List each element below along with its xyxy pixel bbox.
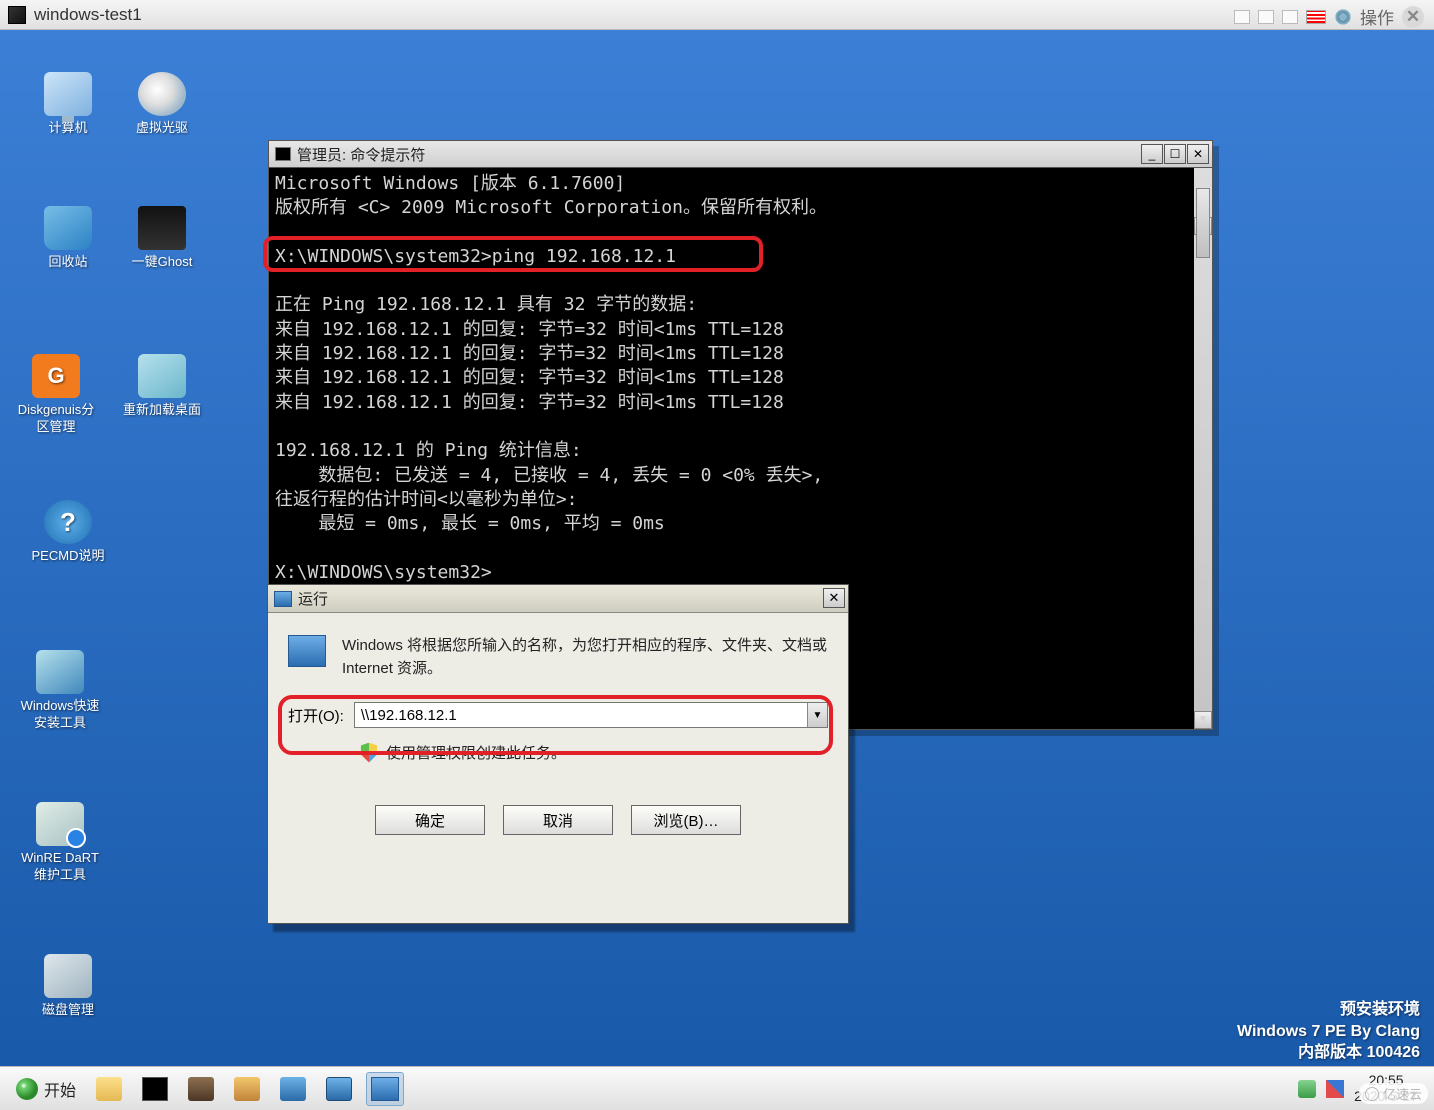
cmd-icon [275,147,291,161]
taskbar-chip[interactable] [182,1072,220,1106]
run-big-icon [288,635,326,667]
watermark-line2: Windows 7 PE By Clang [1237,1021,1420,1043]
lang-flag-icon[interactable] [1306,10,1326,24]
desktop-icon-label: WinRE DaRT维护工具 [18,850,102,884]
desktop-icon-9[interactable]: 磁盘管理 [26,954,110,1019]
cmd-title: 管理员: 命令提示符 [297,144,425,165]
desktop-icon-label: 计算机 [26,120,110,137]
desktop-icon-image [44,500,92,544]
desktop-icon-5[interactable]: 重新加载桌面 [120,354,204,419]
cmd-titlebar[interactable]: 管理员: 命令提示符 _ ☐ ✕ [268,140,1213,168]
desktop-icon-label: 回收站 [26,254,110,271]
brand-watermark: 亿速云 [1359,1083,1428,1104]
brand-text: 亿速云 [1383,1084,1422,1103]
shield-icon [360,743,378,763]
desktop-icon-label: Windows快速安装工具 [18,698,102,732]
run-icon [274,591,292,607]
close-icon[interactable]: ✕ [1402,6,1424,28]
brush-icon [234,1077,260,1101]
os-watermark: 预安装环境 Windows 7 PE By Clang 内部版本 100426 [1237,999,1420,1064]
desktop-icon-0[interactable]: 计算机 [26,72,110,137]
desktop-icon-image [44,206,92,250]
folder-icon [96,1077,122,1101]
minimize-button[interactable]: _ [1141,144,1163,164]
run-titlebar[interactable]: 运行 ✕ [268,585,848,613]
desktop-icon-1[interactable]: 虚拟光驱 [120,72,204,137]
vm-titlebar: windows-test1 操作 ✕ [0,0,1434,30]
start-button[interactable]: 开始 [6,1073,86,1105]
desktop-icon-image [138,206,186,250]
vm-btn-2[interactable] [1258,10,1274,24]
desktop-icon-image [36,650,84,694]
network-icon [280,1077,306,1101]
desktop-icon-image [44,954,92,998]
taskbar-explorer[interactable] [90,1072,128,1106]
desktop-icon-label: 虚拟光驱 [120,120,204,137]
vm-title: windows-test1 [34,5,142,25]
chip-icon [188,1077,214,1101]
cancel-button[interactable]: 取消 [503,805,613,835]
gear-icon[interactable] [1334,8,1352,26]
desktop-icon-image [44,72,92,116]
desktop-icon-image [138,72,186,116]
desktop-icon-label: PECMD说明 [26,548,110,565]
desktop-icon-2[interactable]: 回收站 [26,206,110,271]
dropdown-icon[interactable]: ▼ [807,703,827,727]
cmd-icon [142,1077,168,1101]
taskbar: 开始 20:55 2020-5-27 [0,1066,1434,1110]
desktop-icon-8[interactable]: WinRE DaRT维护工具 [18,802,102,884]
tray-safely-remove-icon[interactable] [1298,1080,1316,1098]
panel-icon [326,1077,352,1101]
desktop-icon-4[interactable]: Diskgenuis分区管理 [14,354,98,436]
maximize-button[interactable]: ☐ [1164,144,1186,164]
taskbar-net[interactable] [274,1072,312,1106]
start-orb-icon [16,1078,38,1100]
vm-btn-3[interactable] [1282,10,1298,24]
browse-button[interactable]: 浏览(B)… [631,805,741,835]
run-close-button[interactable]: ✕ [823,588,845,608]
desktop-icon-image [138,354,186,398]
taskbar-brush[interactable] [228,1072,266,1106]
open-label: 打开(O): [288,705,344,726]
vm-controls: 操作 ✕ [1234,4,1424,29]
open-input[interactable] [355,703,807,727]
vm-action-label[interactable]: 操作 [1360,4,1394,29]
desktop-icon-label: 重新加载桌面 [120,402,204,419]
desktop-icon-label: 一键Ghost [120,254,204,271]
taskbar-cmd[interactable] [136,1072,174,1106]
run-icon [371,1077,399,1101]
desktop-icon-6[interactable]: PECMD说明 [26,500,110,565]
run-title: 运行 [298,588,328,609]
desktop-icon-image [36,802,84,846]
cmd-scrollbar[interactable]: ▲ ▼ [1194,168,1212,729]
admin-text: 使用管理权限创建此任务。 [386,742,566,763]
scroll-down-icon[interactable]: ▼ [1194,711,1212,729]
scroll-thumb[interactable] [1196,188,1210,258]
desktop-icon-3[interactable]: 一键Ghost [120,206,204,271]
open-combobox[interactable]: ▼ [354,702,828,728]
start-label: 开始 [44,1077,76,1101]
guest-desktop: 计算机虚拟光驱回收站一键Ghost Diskgenuis分区管理 重新加载桌面 PEC… [0,30,1434,1110]
desktop-icon-7[interactable]: Windows快速安装工具 [18,650,102,732]
brand-icon [1365,1087,1379,1101]
vm-icon [8,6,26,24]
desktop-icon-label: Diskgenuis分区管理 [14,402,98,436]
taskbar-run-active[interactable] [366,1072,404,1106]
watermark-line3: 内部版本 100426 [1237,1042,1420,1064]
desktop-icon-image [32,354,80,398]
run-description: Windows 将根据您所输入的名称，为您打开相应的程序、文件夹、文档或 Int… [342,635,828,680]
cmd-text-after: 正在 Ping 192.168.12.1 具有 32 字节的数据: 来自 192… [275,294,823,582]
ok-button[interactable]: 确定 [375,805,485,835]
watermark-line1: 预安装环境 [1237,999,1420,1021]
close-button[interactable]: ✕ [1187,144,1209,164]
taskbar-panel[interactable] [320,1072,358,1106]
cmd-text-before: Microsoft Windows [版本 6.1.7600] 版权所有 <C>… [275,173,827,218]
vm-btn-1[interactable] [1234,10,1250,24]
desktop-icon-label: 磁盘管理 [26,1002,110,1019]
run-dialog: 运行 ✕ Windows 将根据您所输入的名称，为您打开相应的程序、文件夹、文档… [267,584,849,924]
cmd-prompt-line: X:\WINDOWS\system32>ping 192.168.12.1 [275,246,676,267]
tray-display-icon[interactable] [1326,1080,1344,1098]
